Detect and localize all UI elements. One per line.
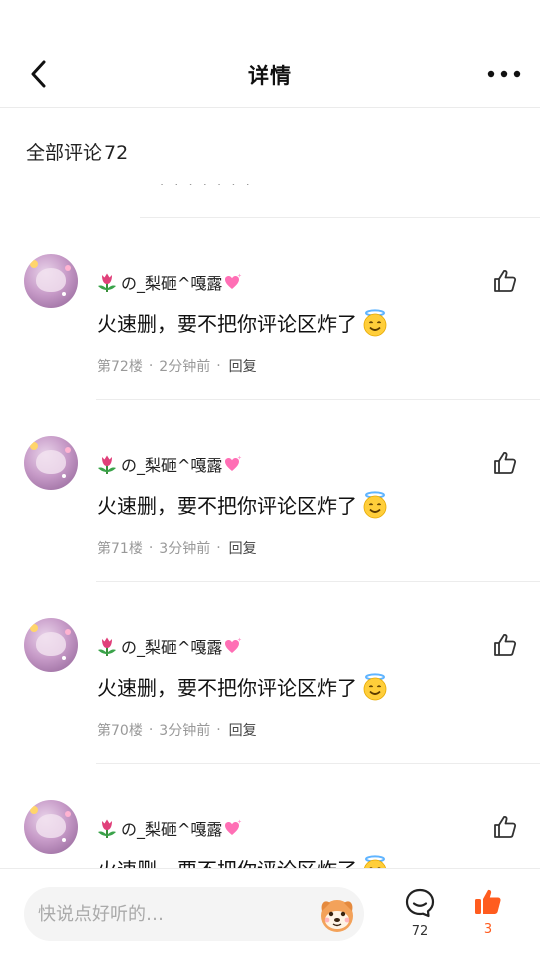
sparkling-heart-icon xyxy=(225,637,242,653)
page-title: 详情 xyxy=(248,64,292,88)
comment-like-button[interactable] xyxy=(484,450,518,476)
comment-text: 火速删，要不把你评论区炸了 xyxy=(97,308,389,337)
comment-list[interactable]: の_梨砸^嘎露 火速删，要不把你评论区炸了 第72楼 · 2分钟前 · 回复 の… xyxy=(0,218,540,868)
comment-input[interactable] xyxy=(38,887,318,941)
comment-meta: 第72楼 · 2分钟前 · 回复 xyxy=(97,356,257,376)
likes-count: 3 xyxy=(483,922,493,937)
comment-author-name: の_梨砸^嘎露 xyxy=(121,456,223,475)
more-button[interactable] xyxy=(486,60,522,88)
avatar[interactable] xyxy=(24,254,78,308)
nav-bar: 详情 xyxy=(0,40,540,108)
comment-item: の_梨砸^嘎露 火速删，要不把你评论区炸了 xyxy=(0,764,540,868)
smiling-face-with-halo-icon xyxy=(363,854,387,868)
comments-count: 72 xyxy=(411,924,429,939)
comment-text: 火速删，要不把你评论区炸了 xyxy=(97,490,389,519)
tulip-emoji-icon xyxy=(98,637,116,656)
comment-text-body: 火速删，要不把你评论区炸了 xyxy=(97,494,357,518)
previous-comment-clipped: · · · · · · · xyxy=(160,184,253,193)
mascot-emoji-icon[interactable] xyxy=(316,893,358,935)
tulip-emoji-icon xyxy=(98,819,116,838)
comments-total-count: 72 xyxy=(104,142,129,164)
comments-section-label: 全部评论 xyxy=(26,142,103,164)
comment-meta: 第71楼 · 3分钟前 · 回复 xyxy=(97,538,257,558)
comment-text-body: 火速删，要不把你评论区炸了 xyxy=(97,854,357,868)
separator-dot: · xyxy=(216,540,221,556)
tulip-emoji-icon xyxy=(98,455,116,474)
comment-floor: 第70楼 xyxy=(97,723,143,739)
smiling-face-with-halo-icon xyxy=(363,490,387,518)
comment-author[interactable]: の_梨砸^嘎露 xyxy=(96,270,244,294)
comment-author[interactable]: の_梨砸^嘎露 xyxy=(96,452,244,476)
comment-text: 火速删，要不把你评论区炸了 xyxy=(97,854,389,868)
comment-author-name: の_梨砸^嘎露 xyxy=(121,820,223,839)
separator-dot: · xyxy=(148,540,154,556)
thumbs-up-icon xyxy=(494,269,517,292)
tulip-emoji-icon xyxy=(98,273,116,292)
separator-dot: · xyxy=(216,358,221,374)
reply-button[interactable]: 回复 xyxy=(229,538,257,558)
comment-item: の_梨砸^嘎露 火速删，要不把你评论区炸了 第71楼 · 3分钟前 · 回复 xyxy=(0,400,540,582)
comment-item: の_梨砸^嘎露 火速删，要不把你评论区炸了 第72楼 · 2分钟前 · 回复 xyxy=(0,218,540,400)
avatar[interactable] xyxy=(24,618,78,672)
comment-floor: 第71楼 xyxy=(97,541,143,557)
sparkling-heart-icon xyxy=(225,819,242,835)
reply-button[interactable]: 回复 xyxy=(229,720,257,740)
separator-dot: · xyxy=(216,722,221,738)
comment-item: の_梨砸^嘎露 火速删，要不把你评论区炸了 第70楼 · 3分钟前 · 回复 xyxy=(0,582,540,764)
comment-like-button[interactable] xyxy=(484,632,518,658)
comment-time: 3分钟前 xyxy=(159,541,211,557)
comment-time: 2分钟前 xyxy=(159,359,211,375)
comment-author-name: の_梨砸^嘎露 xyxy=(121,274,223,293)
sparkling-heart-icon xyxy=(225,273,242,289)
smiling-face-with-halo-icon xyxy=(363,672,387,700)
avatar[interactable] xyxy=(24,800,78,854)
comment-input-box[interactable] xyxy=(24,887,364,941)
sparkling-heart-icon xyxy=(225,455,242,471)
like-post-button[interactable]: 3 xyxy=(468,887,508,937)
comments-button[interactable]: 72 xyxy=(400,887,440,939)
comment-floor: 第72楼 xyxy=(97,359,143,375)
comment-time: 3分钟前 xyxy=(159,723,211,739)
comment-text: 火速删，要不把你评论区炸了 xyxy=(97,672,389,701)
smiling-face-with-halo-icon xyxy=(363,308,387,336)
comment-like-button[interactable] xyxy=(484,814,518,840)
thumbs-up-icon xyxy=(494,815,517,838)
more-dots-icon xyxy=(487,70,521,78)
thumbs-up-icon xyxy=(494,451,517,474)
comments-section-header: 全部评论 72 xyxy=(26,138,128,165)
thumbs-up-icon xyxy=(494,633,517,656)
bottom-action-bar: 72 3 xyxy=(0,868,540,960)
separator-dot: · xyxy=(148,358,154,374)
thumbs-up-filled-icon xyxy=(475,889,501,914)
status-bar xyxy=(0,0,540,40)
comment-text-body: 火速删，要不把你评论区炸了 xyxy=(97,312,357,336)
comment-bubble-icon xyxy=(405,888,435,918)
comment-text-body: 火速删，要不把你评论区炸了 xyxy=(97,676,357,700)
comment-author-name: の_梨砸^嘎露 xyxy=(121,638,223,657)
comment-like-button[interactable] xyxy=(484,268,518,294)
reply-button[interactable]: 回复 xyxy=(229,356,257,376)
avatar[interactable] xyxy=(24,436,78,490)
comment-meta: 第70楼 · 3分钟前 · 回复 xyxy=(97,720,257,740)
comment-author[interactable]: の_梨砸^嘎露 xyxy=(96,634,244,658)
comment-author[interactable]: の_梨砸^嘎露 xyxy=(96,816,244,840)
separator-dot: · xyxy=(148,722,154,738)
